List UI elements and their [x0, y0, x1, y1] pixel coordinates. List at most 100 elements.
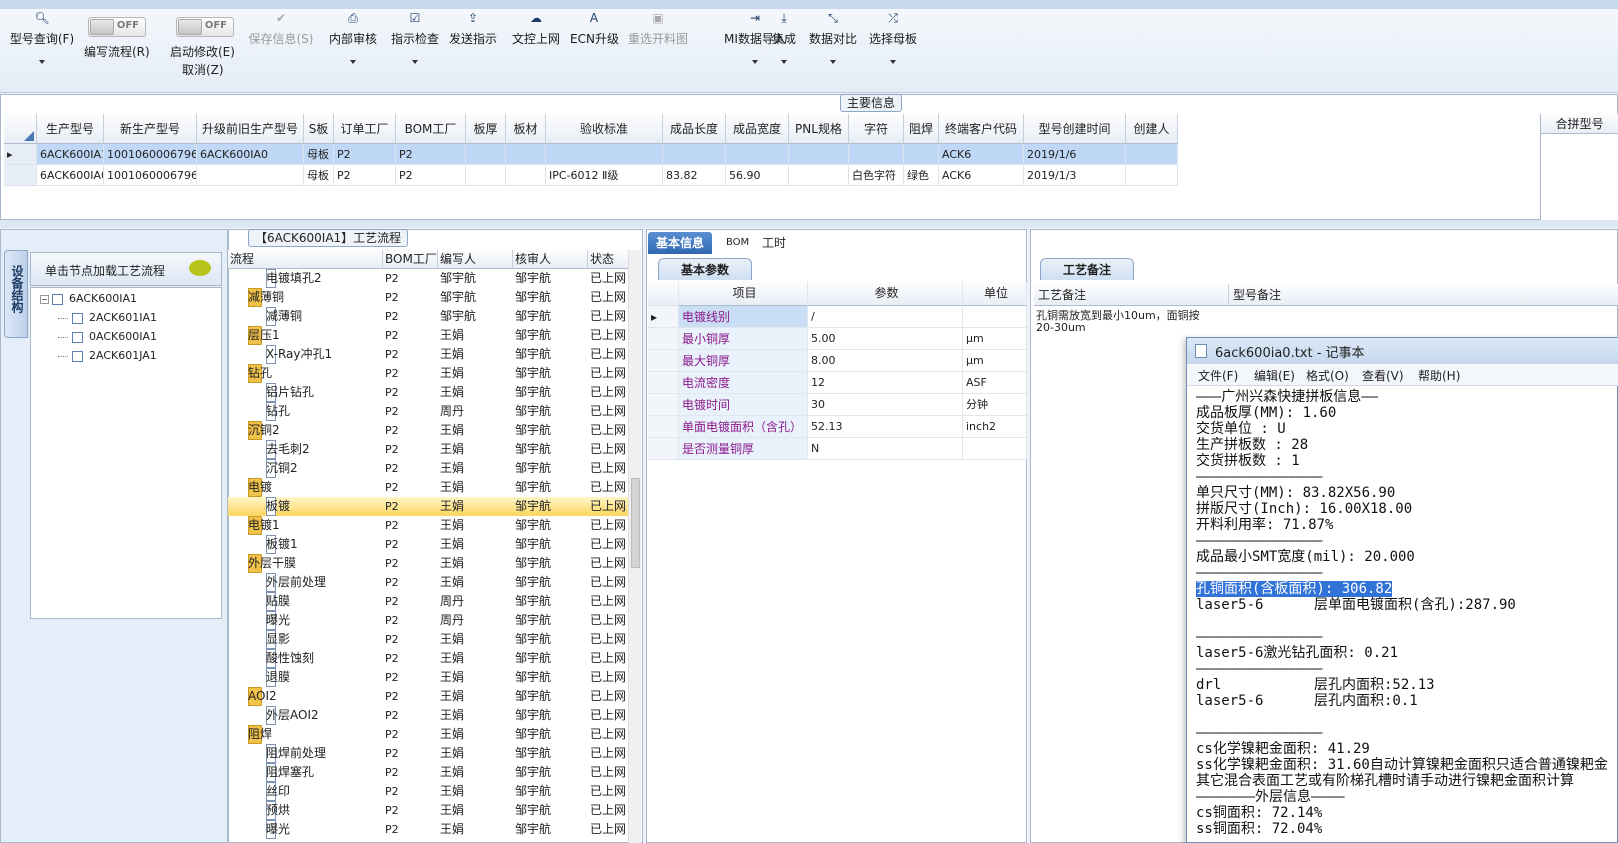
- process-name[interactable]: 电镀填孔2: [266, 269, 383, 288]
- table-cell[interactable]: [663, 144, 726, 165]
- process-name[interactable]: 预烘: [266, 801, 383, 820]
- table-cell[interactable]: [789, 165, 849, 186]
- tab-1[interactable]: BOM: [718, 232, 757, 254]
- notepad-line[interactable]: 开料利用率: 71.87%: [1196, 517, 1333, 533]
- param-value[interactable]: 30: [808, 394, 963, 416]
- process-name[interactable]: −沉铜2: [248, 421, 383, 440]
- process-row[interactable]: 曝光 P2 周丹 邹宇航 已上网: [228, 611, 628, 630]
- table-cell[interactable]: P2: [334, 144, 396, 165]
- process-name[interactable]: 丝印: [266, 782, 383, 801]
- notepad-menu-item[interactable]: 查看(V): [1362, 367, 1404, 384]
- notepad-line[interactable]: ———————外层信息————: [1196, 789, 1345, 805]
- process-name[interactable]: −钻孔: [248, 364, 383, 383]
- process-row[interactable]: 预烘 P2 王娟 邹宇航 已上网: [228, 801, 628, 820]
- table-cell[interactable]: 6ACK600IA0: [197, 144, 304, 165]
- table-cell[interactable]: 83.82: [663, 165, 726, 186]
- notepad-line[interactable]: 孔铜面积(含板面积): 306.82: [1196, 581, 1393, 597]
- process-row[interactable]: −电镀P2王娟邹宇航已上网: [228, 478, 628, 497]
- row-indicator[interactable]: [648, 372, 679, 394]
- notepad-menu-item[interactable]: 格式(O): [1306, 367, 1349, 384]
- process-name[interactable]: 外层前处理: [266, 573, 383, 592]
- row-indicator[interactable]: [4, 165, 37, 186]
- process-remark-cell[interactable]: 孔铜需放宽到最小10um，面铜按20-30um: [1034, 308, 1219, 338]
- chevron-down-icon[interactable]: [350, 60, 356, 64]
- notepad-menu-item[interactable]: 帮助(H): [1418, 367, 1460, 384]
- process-row[interactable]: 电镀填孔2 P2 邹宇航 邹宇航 已上网: [228, 269, 628, 288]
- remarks-tab[interactable]: 工艺备注: [1040, 258, 1134, 280]
- row-indicator[interactable]: [648, 350, 679, 372]
- notepad-line[interactable]: ———————————————: [1196, 565, 1322, 581]
- table-cell[interactable]: 母板: [304, 165, 334, 186]
- process-row[interactable]: −沉铜2P2王娟邹宇航已上网: [228, 421, 628, 440]
- toolbar-button-10[interactable]: ⤡ 数据对比: [807, 10, 859, 64]
- table-cell[interactable]: P2: [396, 165, 466, 186]
- param-value[interactable]: 5.00: [808, 328, 963, 350]
- table-cell[interactable]: [506, 144, 546, 165]
- table-cell[interactable]: [789, 144, 849, 165]
- process-name[interactable]: X-Ray冲孔1: [266, 345, 383, 364]
- process-name[interactable]: −AOI2: [248, 687, 383, 706]
- notepad-line[interactable]: ———————————————: [1196, 725, 1322, 741]
- notepad-line[interactable]: 交货单位 : U: [1196, 421, 1286, 437]
- notepad-titlebar[interactable]: 6ack600ia0.txt - 记事本: [1187, 338, 1618, 364]
- param-value[interactable]: 12: [808, 372, 963, 394]
- process-row[interactable]: 酸性蚀刻 P2 王娟 邹宇航 已上网: [228, 649, 628, 668]
- process-row[interactable]: 丝印 P2 王娟 邹宇航 已上网: [228, 782, 628, 801]
- column-header[interactable]: 阻焊: [904, 114, 939, 144]
- tree-node[interactable]: 2ACK601JA1: [58, 349, 157, 362]
- param-value[interactable]: /: [808, 306, 963, 328]
- notepad-line[interactable]: 成品最小SMT宽度(mil): 20.000: [1196, 549, 1415, 565]
- process-name[interactable]: −减薄铜: [248, 288, 383, 307]
- process-row[interactable]: 板镀1 P2 王娟 邹宇航 已上网: [228, 535, 628, 554]
- tree-root[interactable]: − 6ACK600IA1: [40, 292, 137, 305]
- process-name[interactable]: 曝光: [266, 611, 383, 630]
- notepad-line[interactable]: laser5-6 层孔内面积:0.1: [1196, 693, 1418, 709]
- column-header[interactable]: 板厚: [466, 114, 506, 144]
- column-header[interactable]: 成品长度: [663, 114, 726, 144]
- process-name[interactable]: 板镀: [266, 497, 383, 516]
- param-column-header[interactable]: 参数: [808, 282, 963, 306]
- checkbox-icon[interactable]: [72, 331, 83, 343]
- table-cell[interactable]: P2: [334, 165, 396, 186]
- table-cell[interactable]: [1126, 165, 1178, 186]
- param-column-header[interactable]: 单位: [963, 282, 1027, 306]
- process-name[interactable]: 曝光: [266, 820, 383, 839]
- notepad-line[interactable]: ———广州兴森快捷拼板信息——: [1196, 389, 1378, 405]
- column-header[interactable]: 验收标准: [546, 114, 663, 144]
- toolbar-button-0[interactable]: 🔍︎ 型号查询(F): [4, 10, 80, 64]
- table-cell[interactable]: 6ACK600IA0: [37, 165, 104, 186]
- notepad-menu-item[interactable]: 编辑(E): [1254, 367, 1295, 384]
- process-row[interactable]: 阻焊塞孔 P2 王娟 邹宇航 已上网: [228, 763, 628, 782]
- process-row[interactable]: 沉铜2 P2 王娟 邹宇航 已上网: [228, 459, 628, 478]
- table-cell[interactable]: IPC-6012 Ⅱ级: [546, 165, 663, 186]
- toolbar-button-11[interactable]: ⤮ 选择母板: [867, 10, 919, 64]
- toolbar-button-6[interactable]: A ECN升级: [570, 10, 619, 47]
- table-cell[interactable]: 白色字符: [849, 165, 904, 186]
- table-cell[interactable]: 10010600067966: [104, 144, 197, 165]
- table-cell[interactable]: 6ACK600IA1: [37, 144, 104, 165]
- table-cell[interactable]: 绿色: [904, 165, 939, 186]
- notepad-line[interactable]: cs铜面积: 72.14%: [1196, 805, 1322, 821]
- start-modify-toggle[interactable]: OFF: [176, 17, 234, 37]
- process-name[interactable]: 板镀1: [266, 535, 383, 554]
- process-name[interactable]: −电镀: [248, 478, 383, 497]
- column-header[interactable]: 字符: [849, 114, 904, 144]
- notepad-line[interactable]: ———————————————: [1196, 469, 1322, 485]
- param-column-header[interactable]: 项目: [679, 282, 808, 306]
- process-row[interactable]: −外层干膜P2王娟邹宇航已上网: [228, 554, 628, 573]
- process-row[interactable]: X-Ray冲孔1 P2 王娟 邹宇航 已上网: [228, 345, 628, 364]
- scroll-thumb[interactable]: [631, 478, 640, 568]
- column-header[interactable]: BOM工厂: [396, 114, 466, 144]
- notepad-line[interactable]: drl 层孔内面积:52.13: [1196, 677, 1435, 693]
- notepad-line[interactable]: ss化学镍耙金面积: 31.60自动计算镍耙金面积只适合普通镍耙金: [1196, 757, 1608, 773]
- table-cell[interactable]: [546, 144, 663, 165]
- process-name[interactable]: 减薄铜: [266, 307, 383, 326]
- notepad-line[interactable]: 生产拼板数 : 28: [1196, 437, 1308, 453]
- table-cell[interactable]: [849, 144, 904, 165]
- table-cell[interactable]: [904, 144, 939, 165]
- process-column-header[interactable]: 流程: [228, 250, 383, 269]
- table-cell[interactable]: [466, 144, 506, 165]
- process-name[interactable]: −外层干膜: [248, 554, 383, 573]
- table-cell[interactable]: [466, 165, 506, 186]
- structure-vertical-tab[interactable]: 设备结构: [4, 250, 28, 338]
